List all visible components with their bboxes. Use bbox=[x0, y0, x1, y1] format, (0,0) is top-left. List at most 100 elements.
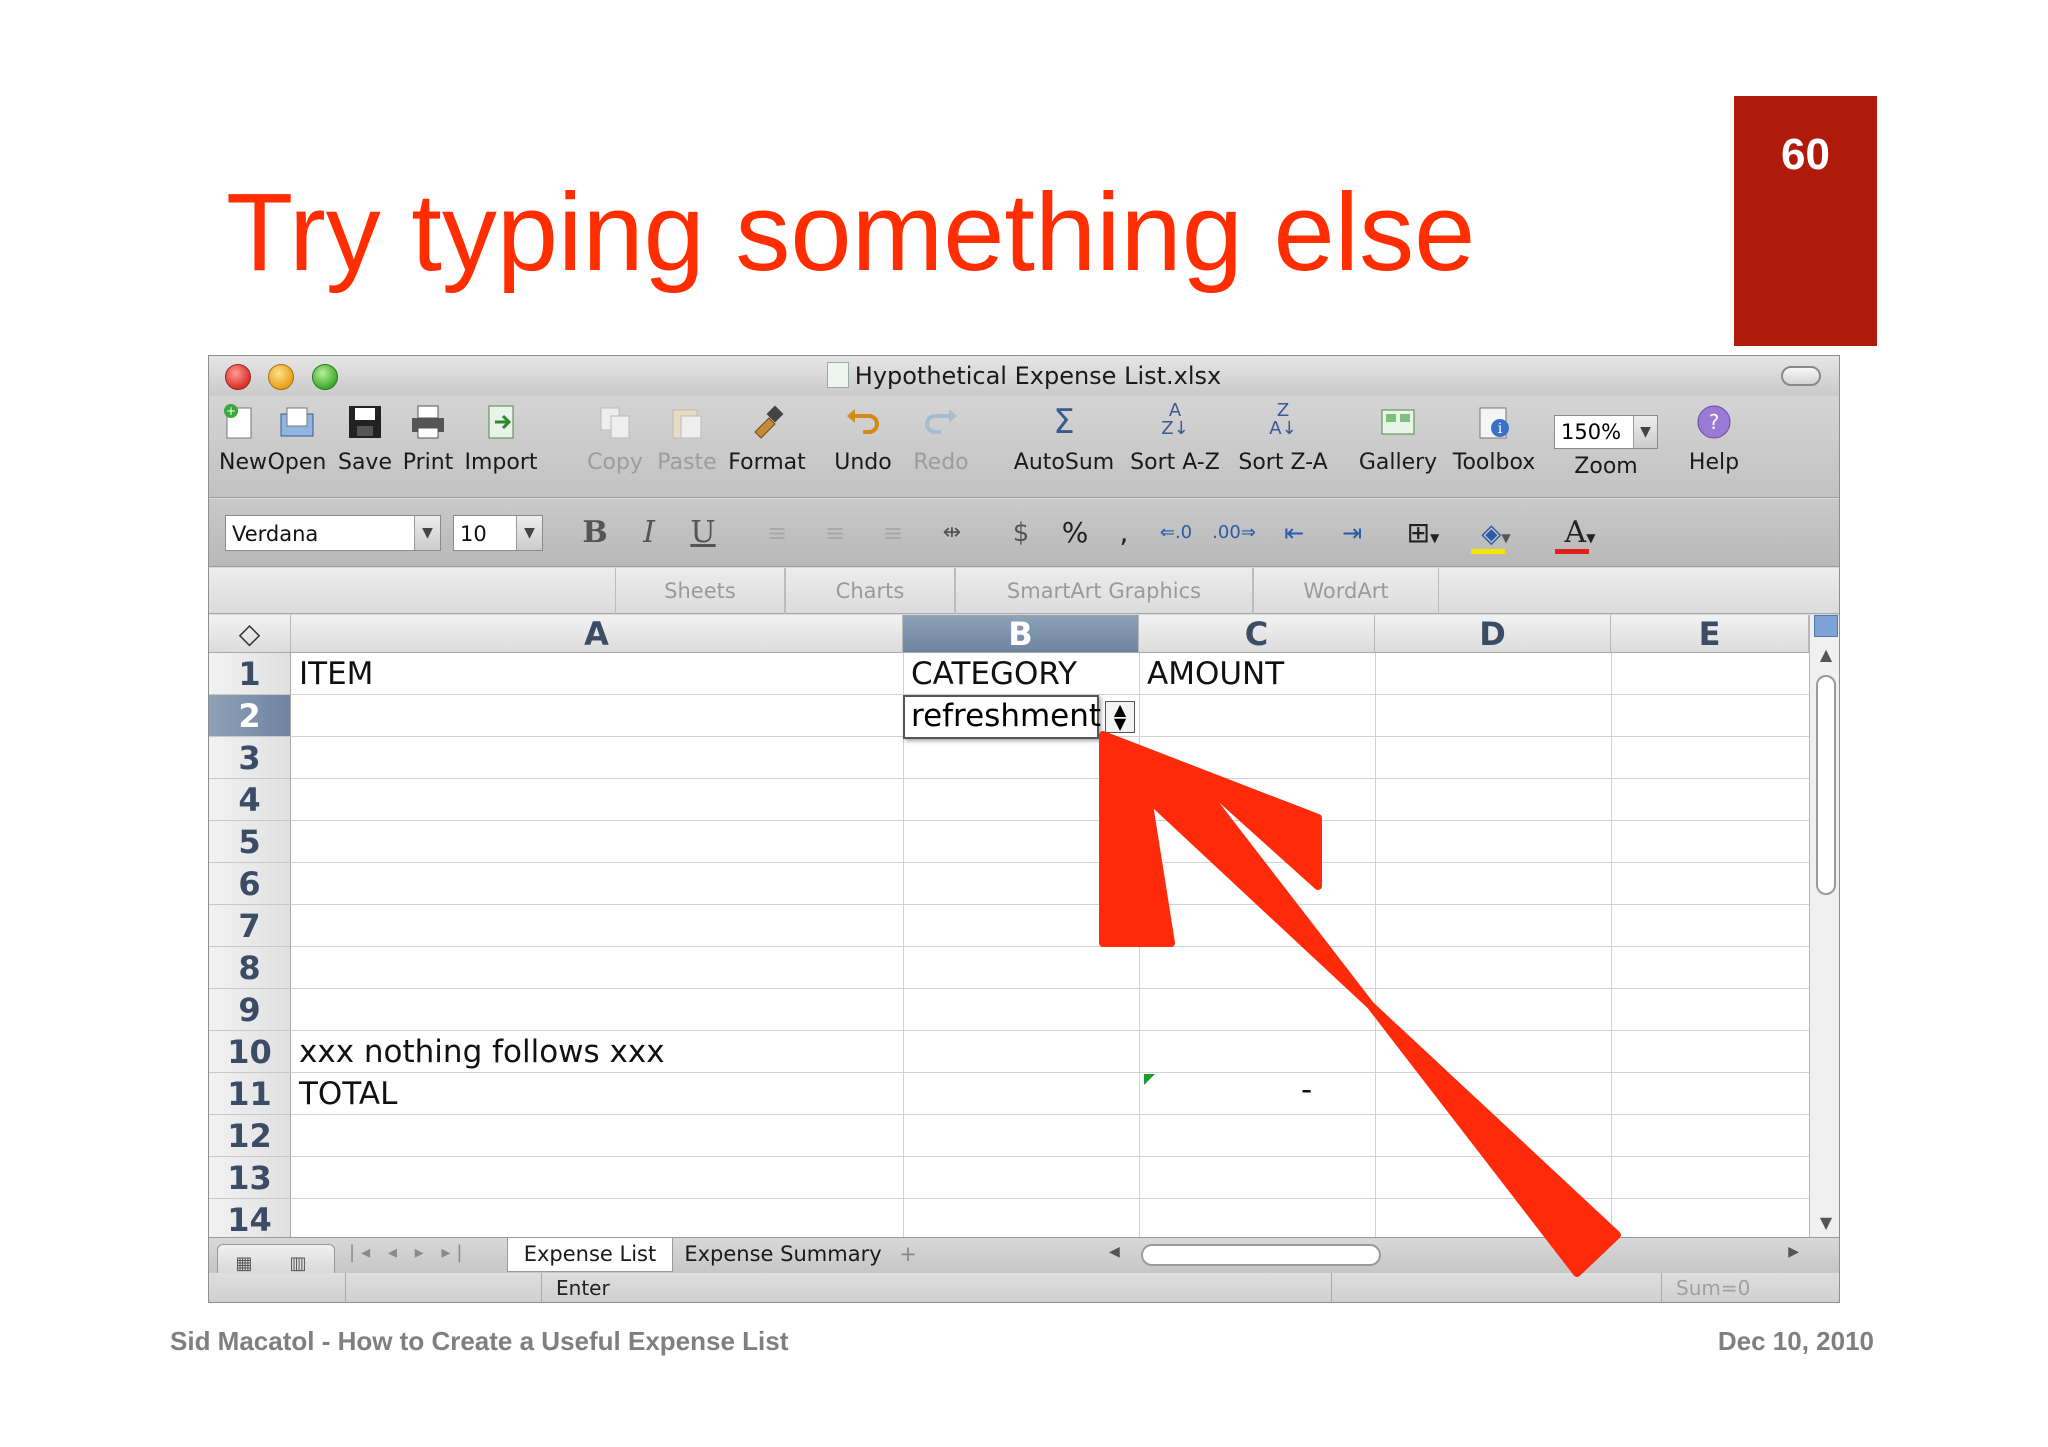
gallery-button[interactable]: Gallery bbox=[1355, 396, 1441, 475]
title-bar[interactable]: Hypothetical Expense List.xlsx bbox=[209, 356, 1839, 396]
row-header-3[interactable]: 3 bbox=[209, 737, 291, 779]
row-header-5[interactable]: 5 bbox=[209, 821, 291, 863]
row-header-9[interactable]: 9 bbox=[209, 989, 291, 1031]
spreadsheet-grid[interactable]: ◇ A B C D E 1 2 3 4 5 6 7 8 9 10 11 12 13 14 ITEM CAT… bbox=[209, 615, 1809, 1237]
row-gridline bbox=[291, 946, 1809, 947]
merge-cells-button[interactable]: ⇹ bbox=[929, 513, 975, 553]
decrease-decimal-button[interactable]: .00⇒ bbox=[1209, 513, 1259, 553]
cell-c1[interactable]: AMOUNT bbox=[1147, 653, 1284, 695]
sheet-navigation-arrows[interactable]: |◂ ◂ ▸ ▸| bbox=[349, 1242, 468, 1263]
paste-button[interactable]: Paste bbox=[657, 396, 717, 475]
add-sheet-button[interactable]: + bbox=[895, 1238, 921, 1272]
svg-text:+: + bbox=[226, 404, 236, 418]
currency-button[interactable]: $ bbox=[999, 513, 1043, 553]
cell-a10[interactable]: xxx nothing follows xxx bbox=[299, 1031, 665, 1073]
save-label: Save bbox=[337, 450, 392, 475]
split-view-handle[interactable] bbox=[1814, 615, 1838, 637]
ribbon-tab-smartart[interactable]: SmartArt Graphics bbox=[955, 568, 1253, 614]
column-header-a[interactable]: A bbox=[291, 615, 903, 653]
save-button[interactable]: Save bbox=[337, 396, 393, 475]
redo-button[interactable]: Redo bbox=[909, 396, 973, 475]
chevron-down-icon: ▼ bbox=[1586, 531, 1596, 545]
sort-ascending-icon: A Z↓ bbox=[1161, 400, 1189, 439]
align-center-button[interactable]: ≡ bbox=[815, 513, 855, 553]
row-header-8[interactable]: 8 bbox=[209, 947, 291, 989]
toolbox-button[interactable]: i Toolbox bbox=[1445, 396, 1543, 475]
bold-button[interactable]: B bbox=[575, 513, 615, 553]
align-left-button[interactable]: ≡ bbox=[757, 513, 797, 553]
scroll-right-arrow[interactable]: ▶ bbox=[1788, 1244, 1799, 1260]
percent-button[interactable]: % bbox=[1055, 513, 1095, 553]
status-sum: Sum=0 bbox=[1661, 1273, 1839, 1302]
select-all-button[interactable]: ◇ bbox=[209, 615, 291, 653]
floppy-save-icon bbox=[345, 402, 385, 442]
row-header-7[interactable]: 7 bbox=[209, 905, 291, 947]
increase-decimal-button[interactable]: ⇐.0 bbox=[1151, 513, 1201, 553]
font-color-swatch bbox=[1555, 549, 1589, 554]
borders-button[interactable]: ⊞▼ bbox=[1393, 513, 1453, 553]
sheet-tab-expense-summary[interactable]: Expense Summary bbox=[675, 1238, 891, 1272]
help-icon: ? bbox=[1694, 402, 1734, 442]
new-document-icon: + bbox=[219, 402, 259, 442]
autocomplete-stepper[interactable]: ▲ ▼ bbox=[1105, 701, 1135, 733]
ribbon-tab-sheets[interactable]: Sheets bbox=[615, 568, 785, 614]
copy-button[interactable]: Copy bbox=[585, 396, 645, 475]
scroll-down-arrow[interactable]: ▼ bbox=[1810, 1213, 1839, 1232]
formatting-toolbar: Verdana ▼ 10 ▼ B I U ≡ ≡ ≡ ⇹ $ % , ⇐.0 .… bbox=[209, 499, 1839, 567]
format-button[interactable]: Format bbox=[727, 396, 807, 475]
sheet-tab-expense-list[interactable]: Expense List bbox=[507, 1238, 673, 1272]
cell-b2-editor[interactable]: refreshment bbox=[903, 695, 1101, 739]
horizontal-scrollbar[interactable]: ◀ ▶ bbox=[1101, 1242, 1801, 1268]
zoom-select[interactable]: 150% ▼ bbox=[1554, 415, 1658, 449]
fill-color-button[interactable]: ◈▼ bbox=[1463, 513, 1529, 554]
open-button[interactable]: Open bbox=[267, 396, 327, 475]
row-header-6[interactable]: 6 bbox=[209, 863, 291, 905]
toolbar-toggle-button[interactable] bbox=[1781, 366, 1821, 386]
column-header-d[interactable]: D bbox=[1375, 615, 1611, 653]
print-button[interactable]: Print bbox=[399, 396, 457, 475]
row-header-14[interactable]: 14 bbox=[209, 1199, 291, 1237]
scroll-up-arrow[interactable]: ▲ bbox=[1810, 645, 1839, 664]
increase-indent-button[interactable]: ⇥ bbox=[1329, 513, 1375, 553]
column-header-c[interactable]: C bbox=[1139, 615, 1375, 653]
cell-c11[interactable]: - bbox=[1301, 1069, 1312, 1111]
standard-toolbar: + New Open Save Print Import Copy Paste … bbox=[209, 396, 1839, 498]
import-button[interactable]: Import bbox=[463, 396, 539, 475]
row-header-2[interactable]: 2 bbox=[209, 695, 291, 737]
column-header-b[interactable]: B bbox=[903, 615, 1139, 653]
ribbon-tab-charts[interactable]: Charts bbox=[785, 568, 955, 614]
cell-b1[interactable]: CATEGORY bbox=[911, 653, 1077, 695]
font-color-button[interactable]: A▼ bbox=[1547, 513, 1613, 554]
autosum-button[interactable]: Σ AutoSum bbox=[1009, 396, 1119, 475]
sort-a-z-button[interactable]: A Z↓ Sort A-Z bbox=[1125, 396, 1225, 476]
vertical-scroll-thumb[interactable] bbox=[1816, 675, 1836, 895]
row-header-1[interactable]: 1 bbox=[209, 653, 291, 695]
row-header-10[interactable]: 10 bbox=[209, 1031, 291, 1073]
font-size-select[interactable]: 10 ▼ bbox=[453, 515, 543, 551]
cell-a11[interactable]: TOTAL bbox=[299, 1073, 397, 1115]
column-header-e[interactable]: E bbox=[1611, 615, 1809, 653]
scroll-left-arrow[interactable]: ◀ bbox=[1109, 1244, 1120, 1260]
vertical-scrollbar[interactable]: ▲ ▼ bbox=[1809, 615, 1839, 1237]
undo-button[interactable]: Undo bbox=[827, 396, 899, 475]
row-header-12[interactable]: 12 bbox=[209, 1115, 291, 1157]
open-folder-icon bbox=[277, 402, 317, 442]
comma-style-button[interactable]: , bbox=[1109, 513, 1139, 553]
elements-gallery: Sheets Charts SmartArt Graphics WordArt bbox=[209, 568, 1839, 614]
row-header-4[interactable]: 4 bbox=[209, 779, 291, 821]
sort-z-a-button[interactable]: Z A↓ Sort Z-A bbox=[1233, 396, 1333, 476]
fill-color-swatch bbox=[1471, 549, 1505, 554]
font-name-value: Verdana bbox=[232, 522, 319, 546]
horizontal-scroll-thumb[interactable] bbox=[1141, 1244, 1381, 1266]
decrease-indent-button[interactable]: ⇤ bbox=[1271, 513, 1317, 553]
help-button[interactable]: ? Help bbox=[1679, 396, 1749, 475]
row-header-11[interactable]: 11 bbox=[209, 1073, 291, 1115]
italic-button[interactable]: I bbox=[629, 513, 669, 553]
font-name-select[interactable]: Verdana ▼ bbox=[225, 515, 441, 551]
new-button[interactable]: + New bbox=[219, 396, 267, 475]
align-right-button[interactable]: ≡ bbox=[873, 513, 913, 553]
underline-button[interactable]: U bbox=[683, 513, 723, 553]
cell-a1[interactable]: ITEM bbox=[299, 653, 373, 695]
ribbon-tab-wordart[interactable]: WordArt bbox=[1253, 568, 1439, 614]
row-header-13[interactable]: 13 bbox=[209, 1157, 291, 1199]
